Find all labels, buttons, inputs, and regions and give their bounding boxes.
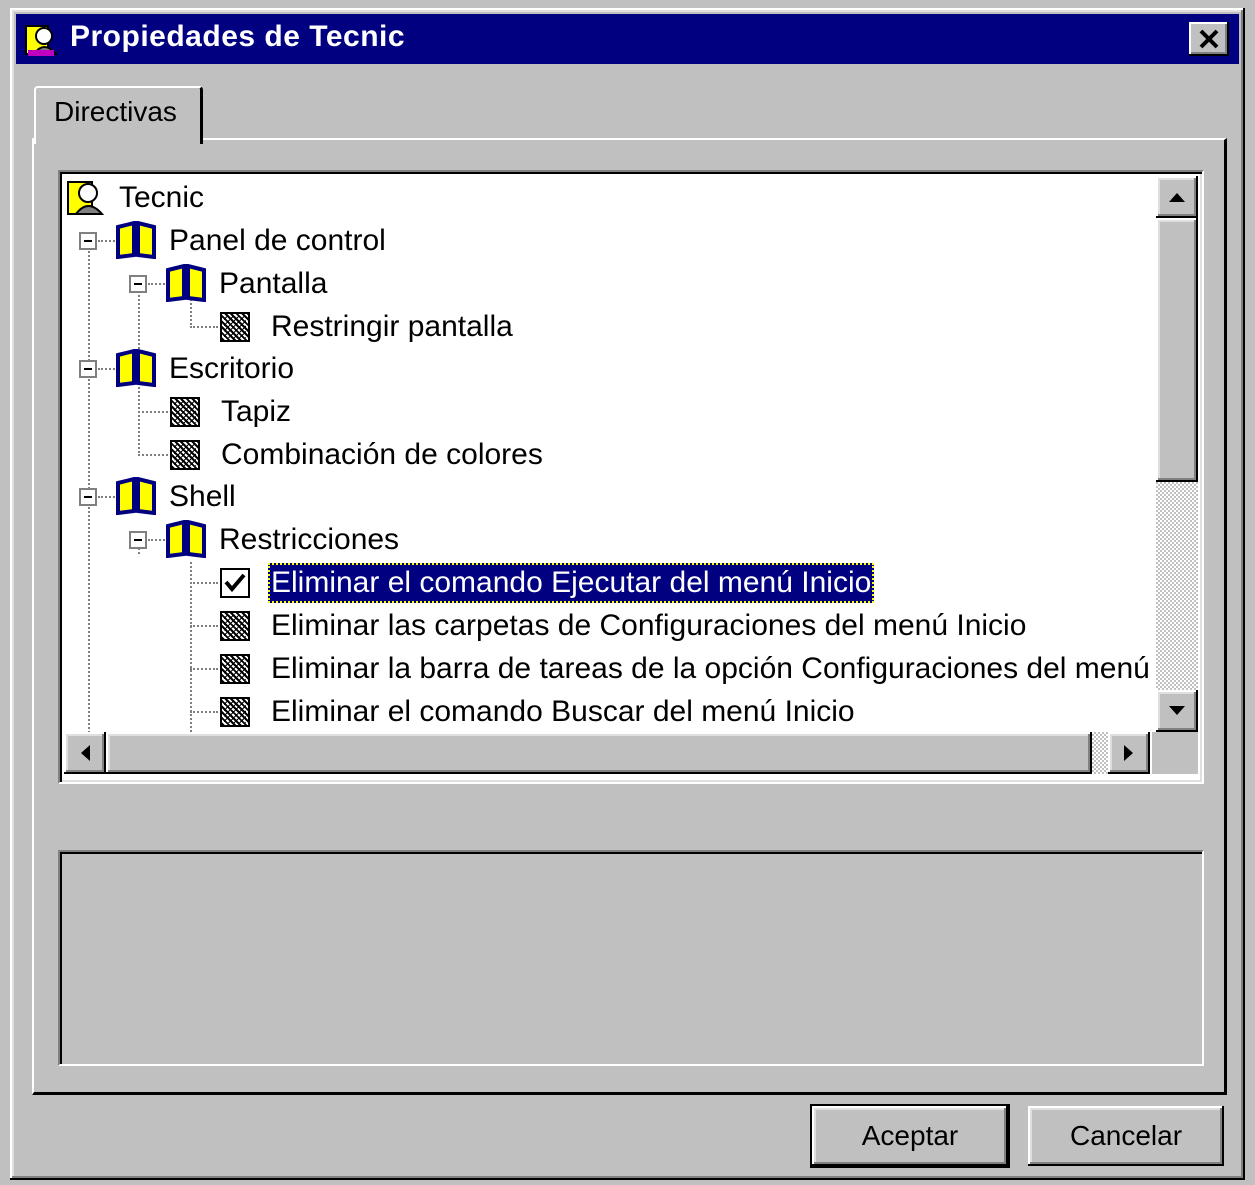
policy-checkbox[interactable]: [220, 568, 250, 598]
book-icon: [116, 221, 156, 259]
tree-node-label: Tapiz: [221, 395, 292, 428]
tree-root-label: Tecnic: [119, 181, 205, 214]
vertical-scrollbar[interactable]: [1156, 176, 1198, 732]
arrow-up-icon: [1169, 193, 1185, 202]
tree-connector: [138, 454, 168, 456]
book-icon: [166, 264, 206, 302]
scroll-right-button[interactable]: [1108, 732, 1150, 774]
tree-connector: [138, 411, 168, 413]
tree-connector: [190, 668, 218, 670]
tree-node-panel-de-control[interactable]: Panel de control: [114, 221, 514, 261]
tree-node-label: Combinación de colores: [221, 438, 543, 471]
tree-node-label: Eliminar el comando Buscar del menú Inic…: [271, 695, 855, 728]
scrollbar-corner: [1152, 732, 1198, 774]
tree-node-pantalla[interactable]: Pantalla: [164, 264, 564, 304]
tree-node-shell[interactable]: Shell: [114, 477, 514, 517]
user-policy-icon: [67, 181, 104, 215]
policy-grayed-icon[interactable]: [170, 440, 200, 470]
book-icon: [116, 349, 156, 387]
tree-node-eliminar-carpetas[interactable]: Eliminar las carpetas de Configuraciones…: [220, 606, 1150, 646]
tree-connector: [190, 625, 218, 627]
tree-node-label: Restringir pantalla: [271, 310, 513, 343]
vertical-scroll-thumb[interactable]: [1156, 218, 1198, 482]
tree-node-eliminar-barra-tareas[interactable]: Eliminar la barra de tareas de la opción…: [220, 649, 1150, 689]
tree-node-label: Shell: [169, 480, 236, 513]
collapse-toggle-icon[interactable]: [79, 360, 97, 378]
tree-node-escritorio[interactable]: Escritorio: [114, 349, 514, 389]
close-button[interactable]: [1189, 22, 1229, 56]
title-bar[interactable]: Propiedades de Tecnic: [16, 14, 1239, 64]
tree-node-combinacion-de-colores[interactable]: Combinación de colores: [170, 435, 670, 475]
collapse-toggle-icon[interactable]: [79, 488, 97, 506]
horizontal-scroll-thumb[interactable]: [106, 732, 1092, 774]
policy-grayed-icon[interactable]: [220, 654, 250, 684]
policy-tree[interactable]: Tecnic Panel de control Pantalla Restrin…: [58, 170, 1204, 784]
collapse-toggle-icon[interactable]: [129, 275, 147, 293]
scroll-left-button[interactable]: [64, 732, 106, 774]
policy-grayed-icon[interactable]: [170, 397, 200, 427]
horizontal-scrollbar[interactable]: [64, 732, 1150, 774]
tree-node-label: Panel de control: [169, 224, 386, 257]
tree-node-restringir-pantalla[interactable]: Restringir pantalla: [220, 307, 720, 347]
tree-node-eliminar-buscar[interactable]: Eliminar el comando Buscar del menú Inic…: [220, 692, 1150, 732]
scroll-up-button[interactable]: [1156, 176, 1198, 218]
policy-grayed-icon[interactable]: [220, 697, 250, 727]
window-title: Propiedades de Tecnic: [70, 20, 406, 53]
arrow-left-icon: [81, 745, 90, 761]
tree-connector: [88, 236, 90, 732]
tree-connector: [190, 562, 192, 732]
tree-root[interactable]: Tecnic: [64, 178, 464, 218]
arrow-down-icon: [1169, 706, 1185, 715]
tree-node-eliminar-ejecutar[interactable]: Eliminar el comando Ejecutar del menú In…: [220, 563, 920, 603]
tree-node-label: Eliminar el comando Ejecutar del menú In…: [268, 563, 875, 603]
tab-directivas[interactable]: Directivas: [34, 86, 203, 144]
tree-connector: [190, 711, 218, 713]
description-box: [58, 850, 1204, 1066]
tree-node-tapiz[interactable]: Tapiz: [170, 392, 570, 432]
tree-node-label: Eliminar las carpetas de Configuraciones…: [271, 609, 1027, 642]
close-icon: [1199, 29, 1219, 49]
tree-connector: [190, 326, 218, 328]
collapse-toggle-icon[interactable]: [129, 531, 147, 549]
tab-label: Directivas: [54, 96, 177, 127]
checked-icon: [224, 573, 246, 593]
collapse-toggle-icon[interactable]: [79, 232, 97, 250]
tree-viewport: Tecnic Panel de control Pantalla Restrin…: [64, 176, 1150, 732]
book-icon: [116, 477, 156, 515]
tree-node-label: Escritorio: [169, 352, 295, 385]
accept-button[interactable]: Aceptar: [812, 1106, 1008, 1166]
cancel-button[interactable]: Cancelar: [1028, 1106, 1224, 1166]
policy-grayed-icon[interactable]: [220, 611, 250, 641]
arrow-right-icon: [1124, 745, 1133, 761]
policy-user-icon: [25, 25, 59, 56]
tree-node-label: Eliminar la barra de tareas de la opción…: [271, 652, 1150, 685]
policy-grayed-icon[interactable]: [220, 312, 250, 342]
scroll-down-button[interactable]: [1156, 690, 1198, 732]
tree-node-label: Restricciones: [219, 523, 400, 556]
book-icon: [166, 520, 206, 558]
tree-connector: [190, 582, 218, 584]
tree-node-label: Pantalla: [219, 267, 328, 300]
tree-node-restricciones[interactable]: Restricciones: [164, 520, 564, 560]
